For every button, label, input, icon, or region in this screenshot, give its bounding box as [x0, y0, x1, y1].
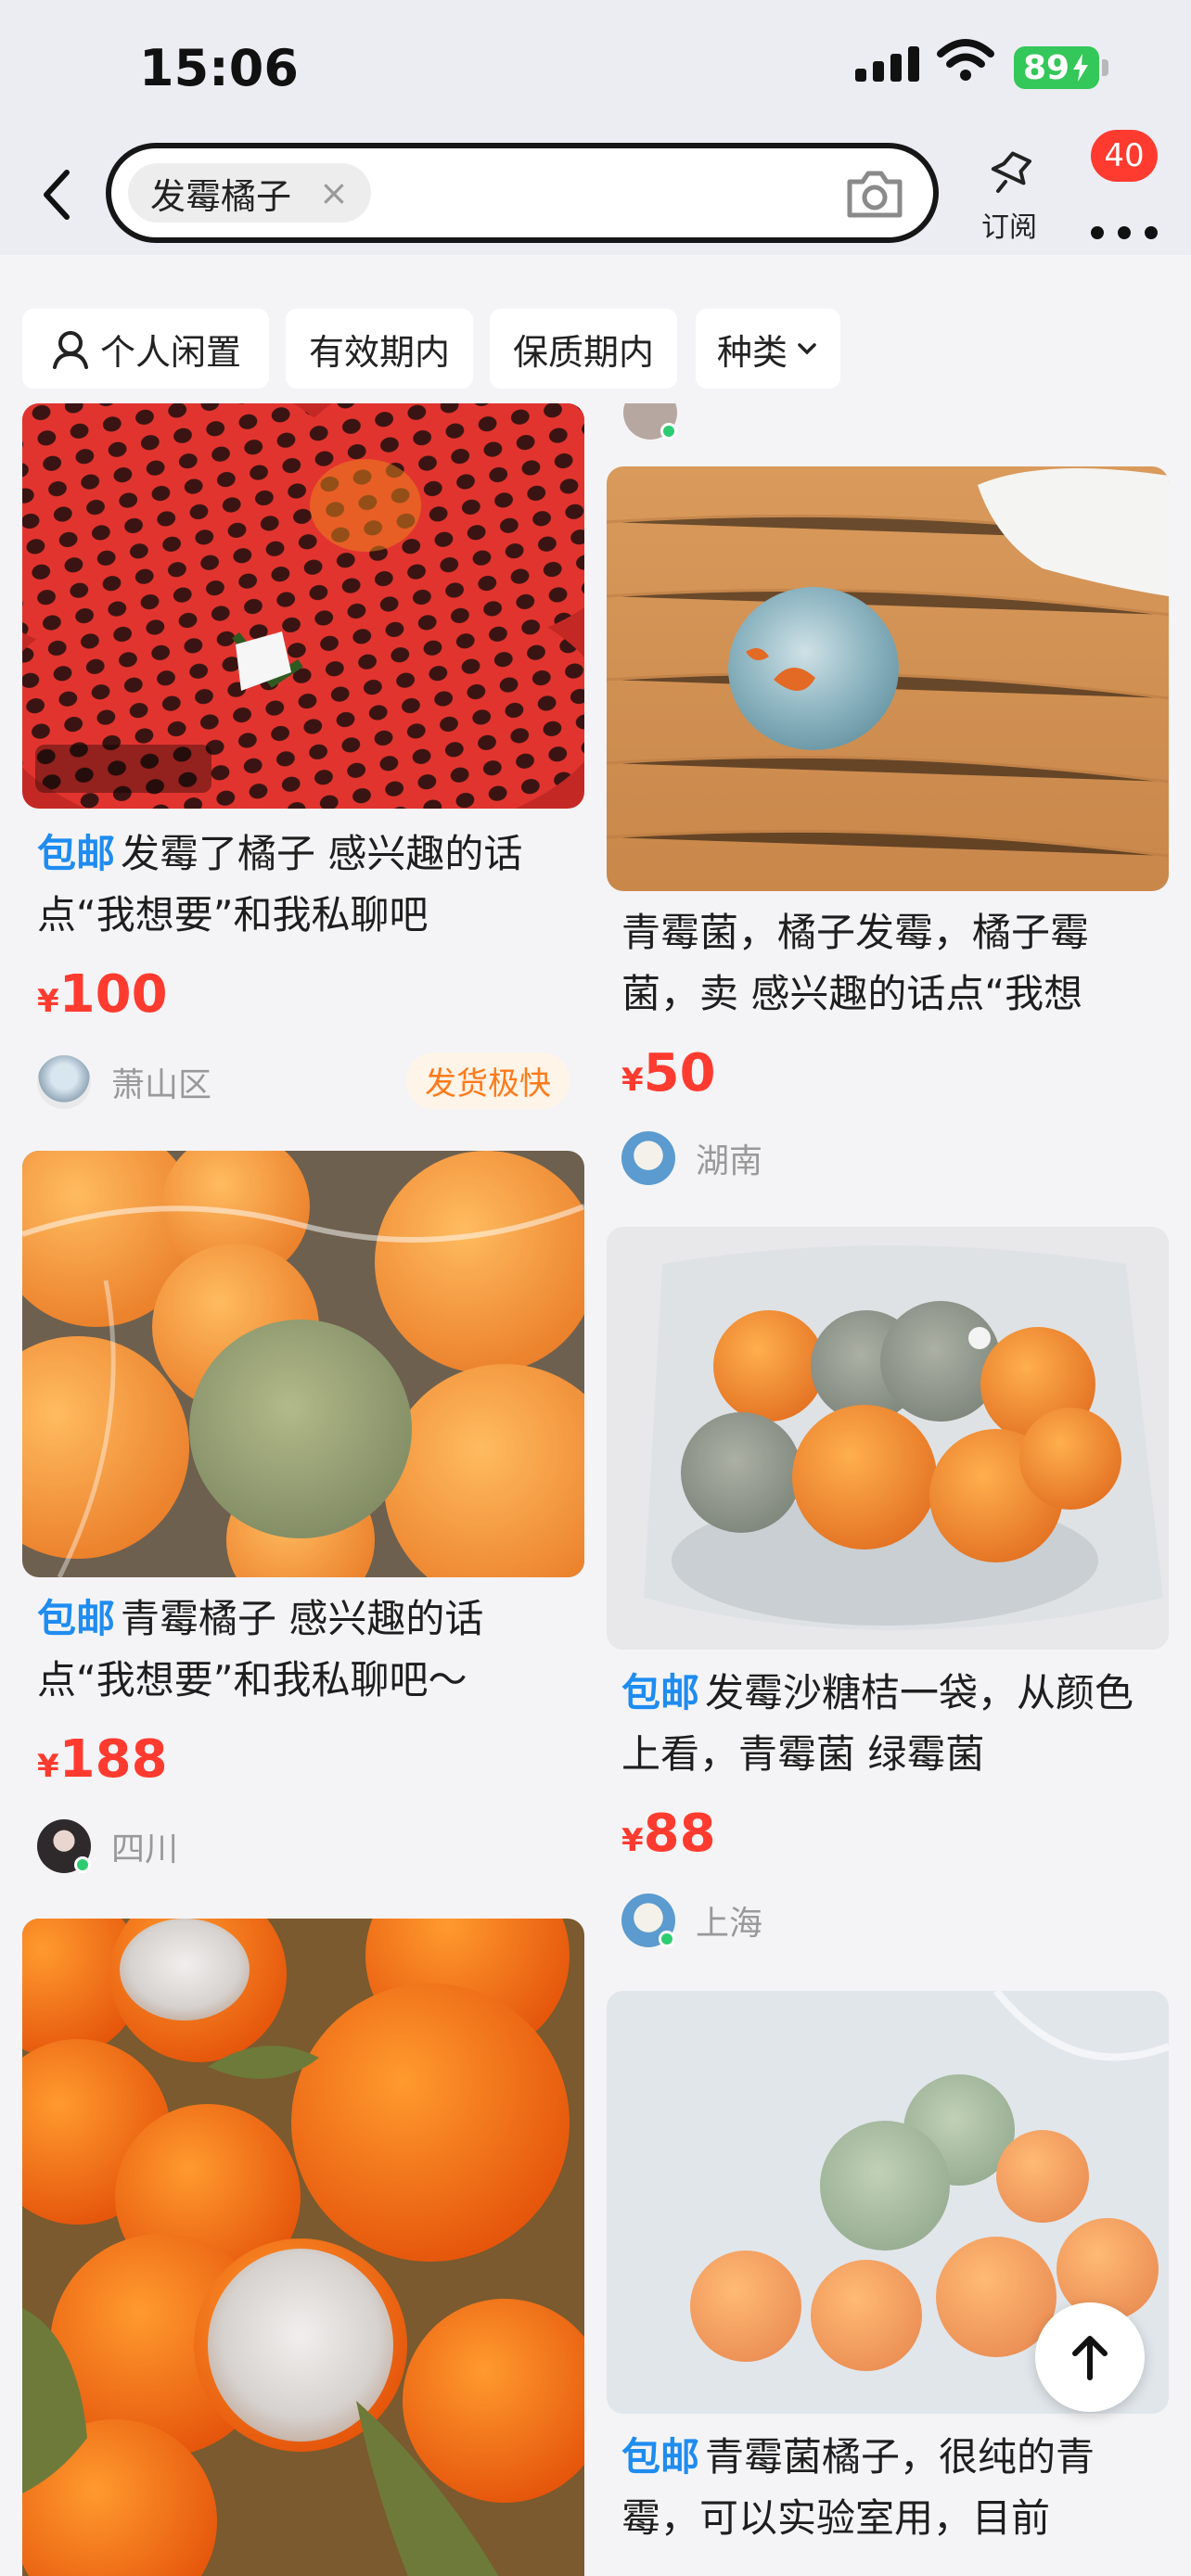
status-time: 15:06 — [139, 39, 299, 97]
search-query-text: 发霉橘子 — [150, 175, 292, 217]
battery-tip — [1102, 59, 1108, 76]
person-icon — [52, 331, 88, 369]
listing-photo[interactable] — [22, 403, 584, 809]
clear-query-icon[interactable]: × — [319, 172, 349, 213]
notification-badge: 40 — [1091, 130, 1158, 182]
online-indicator — [660, 423, 677, 440]
seller-location: 四川 — [111, 1830, 179, 1868]
battery-icon: 89 — [1014, 46, 1099, 89]
free-shipping-tag: 包邮 — [621, 2434, 700, 2480]
filter-shelf-life[interactable]: 保质期内 — [490, 309, 677, 389]
back-to-top-button[interactable] — [1035, 2302, 1145, 2412]
listing-card[interactable] — [22, 1919, 584, 2576]
listing-title[interactable]: 包邮 发霉了橘子 感兴趣的话点“我想要”和我私聊吧 — [37, 823, 575, 946]
currency-symbol: ¥ — [621, 1062, 644, 1099]
filter-label: 有效期内 — [308, 331, 450, 373]
free-shipping-tag: 包邮 — [37, 1596, 116, 1641]
battery-level: 89 — [1022, 48, 1070, 87]
listing-feed[interactable]: 包邮发霉了橘子 感兴趣的话点“我想要”和我私聊吧 ¥100 萧山区 发货极快 — [0, 403, 1191, 2576]
listing-price: ¥100 — [37, 964, 168, 1025]
search-query-chip[interactable]: 发霉橘子 × — [128, 163, 371, 223]
avatar[interactable] — [621, 1131, 675, 1185]
online-indicator — [659, 1931, 675, 1947]
avatar[interactable] — [623, 403, 677, 440]
camera-icon[interactable] — [844, 167, 905, 221]
listing-card[interactable]: 包邮 青霉橘子 感兴趣的话点“我想要”和我私聊吧～ ¥188 四川 — [22, 1151, 584, 1911]
listing-photo[interactable] — [607, 466, 1169, 891]
currency-symbol: ¥ — [37, 1748, 59, 1785]
subscribe-label: 订阅 — [981, 211, 1037, 244]
currency-symbol: ¥ — [621, 1822, 644, 1859]
seller-info[interactable] — [623, 403, 698, 440]
listing-card[interactable]: 包邮 发霉沙糖桔一袋，从颜色上看，青霉菌 绿霉菌 ¥88 上海 — [607, 1227, 1169, 1987]
seller-location: 上海 — [696, 1905, 763, 1943]
status-bar: 15:06 89 — [0, 0, 1191, 139]
price-value: 88 — [643, 1804, 716, 1864]
listing-title-text: 青霉菌，橘子发霉，橘子霉菌，卖 感兴趣的话点“我想 — [621, 910, 1090, 1016]
seller-info[interactable]: 四川 — [37, 1818, 178, 1874]
free-shipping-tag: 包邮 — [37, 831, 116, 876]
price-value: 100 — [58, 964, 168, 1025]
filter-bar: 个人闲置 有效期内 保质期内 种类 — [0, 255, 1191, 403]
listing-photo[interactable] — [607, 1227, 1169, 1650]
avatar[interactable] — [37, 1819, 91, 1873]
cellular-signal-icon — [855, 46, 919, 82]
price-value: 50 — [643, 1043, 716, 1103]
filter-valid-period[interactable]: 有效期内 — [286, 309, 473, 389]
filter-label: 种类 — [716, 331, 788, 373]
filter-category[interactable]: 种类 — [696, 309, 840, 389]
fast-shipping-badge: 发货极快 — [406, 1052, 570, 1109]
listing-title[interactable]: 青霉菌，橘子发霉，橘子霉菌，卖 感兴趣的话点“我想 — [621, 902, 1159, 1025]
listing-price: ¥188 — [37, 1729, 168, 1790]
filter-personal-idle[interactable]: 个人闲置 — [22, 309, 269, 389]
price-value: 188 — [58, 1729, 168, 1790]
listing-title[interactable]: 包邮 发霉沙糖桔一袋，从颜色上看，青霉菌 绿霉菌 — [621, 1663, 1159, 1785]
listing-title[interactable]: 包邮 青霉菌橘子，很纯的青霉，可以实验室用，目前 — [621, 2427, 1159, 2549]
more-button[interactable] — [1091, 180, 1158, 239]
free-shipping-tag: 包邮 — [621, 1670, 700, 1715]
seller-info[interactable]: 湖南 — [621, 1130, 762, 1186]
back-icon[interactable] — [37, 167, 78, 223]
avatar[interactable] — [37, 1055, 91, 1109]
listing-card[interactable]: 包邮 发霉了橘子 感兴趣的话点“我想要”和我私聊吧 ¥100 萧山区 发货极快 — [22, 403, 584, 1136]
subscribe-icon — [991, 151, 1031, 193]
search-input[interactable]: 发霉橘子 × — [106, 143, 939, 243]
currency-symbol: ¥ — [37, 983, 59, 1020]
subscribe-button[interactable]: 订阅 — [972, 150, 1046, 245]
seller-location: 萧山区 — [111, 1066, 212, 1104]
arrow-up-icon — [1072, 2336, 1108, 2380]
wifi-icon — [937, 39, 994, 81]
filter-label: 个人闲置 — [99, 331, 241, 373]
listing-title[interactable]: 包邮 青霉橘子 感兴趣的话点“我想要”和我私聊吧～ — [37, 1588, 575, 1711]
chevron-down-icon — [798, 343, 816, 355]
seller-location: 湖南 — [696, 1142, 763, 1180]
online-indicator — [74, 1856, 91, 1873]
listing-card[interactable]: 青霉菌，橘子发霉，橘子霉菌，卖 感兴趣的话点“我想 ¥50 湖南 — [607, 403, 1169, 1201]
avatar[interactable] — [621, 1894, 675, 1947]
listing-photo[interactable] — [22, 1919, 584, 2576]
filter-label: 保质期内 — [512, 331, 654, 373]
listing-price: ¥50 — [621, 1043, 716, 1103]
listing-price: ¥88 — [621, 1804, 716, 1864]
seller-info[interactable]: 萧山区 — [37, 1054, 211, 1110]
seller-info[interactable]: 上海 — [621, 1893, 762, 1948]
search-nav-bar: 发霉橘子 × 订阅 40 — [0, 130, 1191, 255]
listing-card[interactable]: 包邮 青霉菌橘子，很纯的青霉，可以实验室用，目前 — [607, 1991, 1169, 2576]
listing-photo[interactable] — [22, 1151, 584, 1577]
